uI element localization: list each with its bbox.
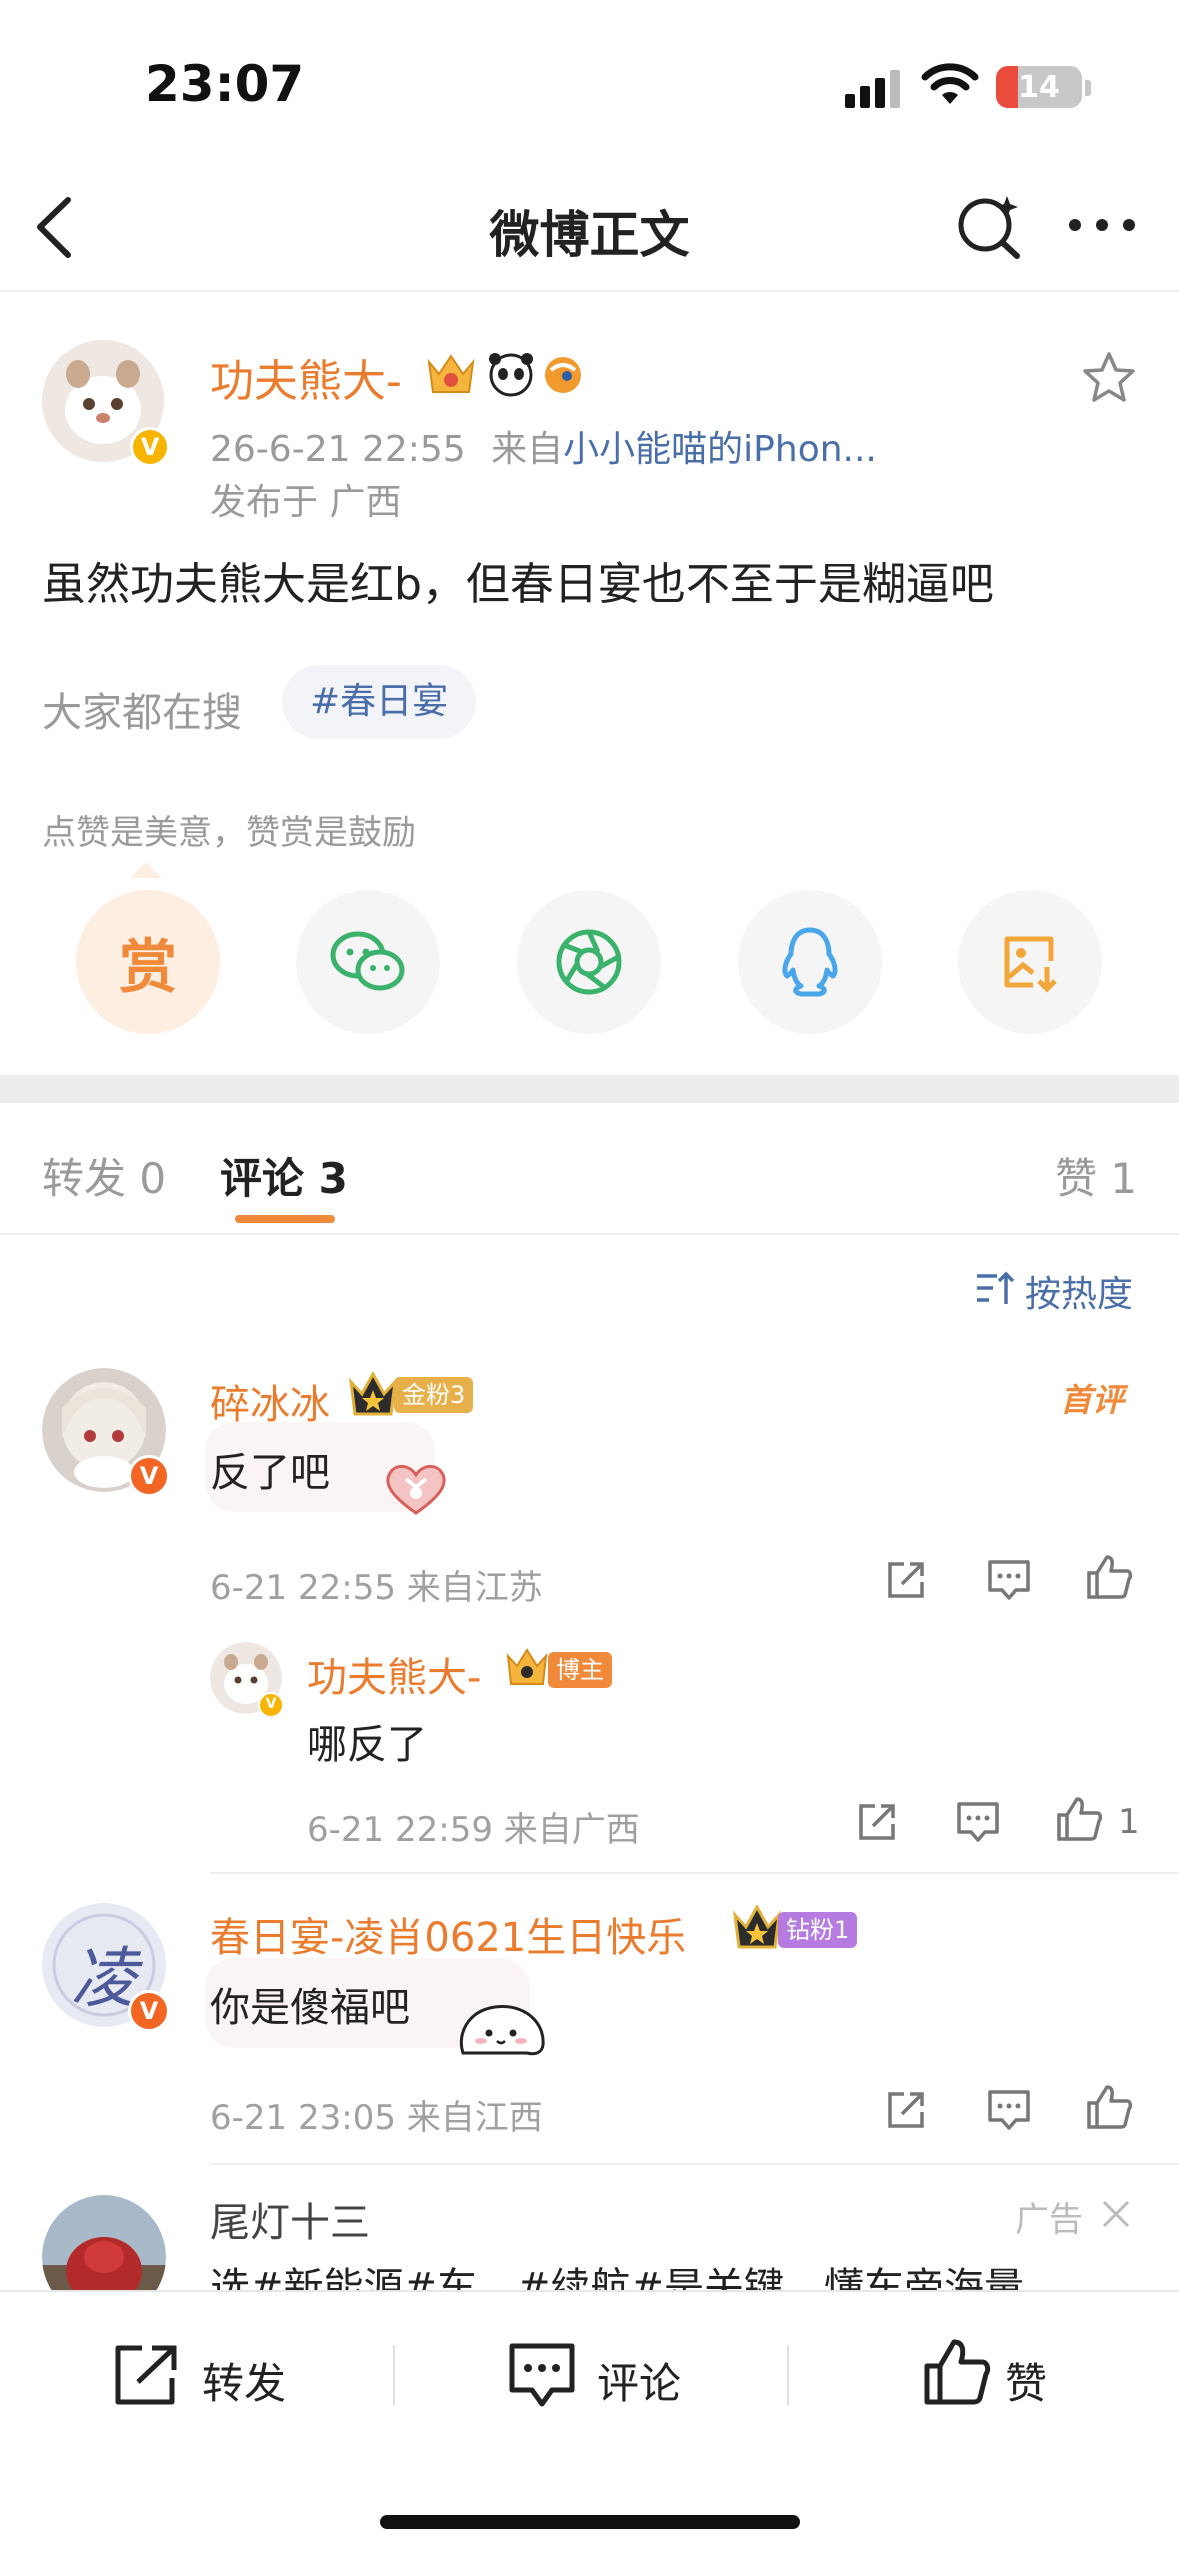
verified-badge: V xyxy=(258,1692,284,1718)
post-source-prefix: 来自 xyxy=(491,429,564,470)
share-qq-button[interactable] xyxy=(738,890,882,1034)
comment-text: 你是傻福吧 xyxy=(210,1985,410,2031)
wifi-icon xyxy=(921,63,979,104)
comment-author-name[interactable]: 春日宴-凌肖0621生日快乐 xyxy=(210,1905,686,1963)
verified-badge: V xyxy=(130,427,170,467)
heart-gift-sticker-icon xyxy=(386,1465,446,1515)
comment-divider xyxy=(210,1872,1179,1874)
bottom-separator xyxy=(787,2345,789,2405)
home-indicator xyxy=(380,2515,800,2529)
tab-repost[interactable]: 转发 0 xyxy=(42,1145,166,1206)
reward-pointer xyxy=(130,862,162,878)
ad-account-name[interactable]: 尾灯十三 xyxy=(210,2190,370,2248)
post-timestamp: 26-6-21 22:55 xyxy=(210,429,466,470)
bottom-separator xyxy=(393,2345,395,2405)
repost-button[interactable]: 转发 xyxy=(202,2350,286,2411)
battery-icon: 14 xyxy=(996,66,1082,108)
tabs-divider xyxy=(0,1233,1179,1235)
active-tab-indicator xyxy=(235,1215,335,1223)
like-reply-icon[interactable] xyxy=(1055,1795,1103,1843)
crown-badge-icon xyxy=(732,1905,782,1949)
save-image-button[interactable] xyxy=(958,890,1102,1034)
section-gap xyxy=(0,1075,1179,1103)
post-source-device[interactable]: 小小能喵的iPhon... xyxy=(563,429,877,470)
like-button[interactable]: 赞 xyxy=(1005,2350,1047,2411)
reward-button[interactable]: 赏 xyxy=(76,890,220,1034)
search-sparkle-icon[interactable] xyxy=(955,190,1025,260)
status-time: 23:07 xyxy=(145,55,305,113)
share-moments-button[interactable] xyxy=(517,890,661,1034)
comment-icon[interactable] xyxy=(508,2342,576,2410)
comment-divider xyxy=(210,2163,1179,2165)
post-author-name[interactable]: 功夫熊大- xyxy=(210,345,402,409)
battery-level: 14 xyxy=(1018,70,1060,105)
repost-icon[interactable] xyxy=(112,2342,182,2408)
crown-badge-icon xyxy=(348,1372,398,1416)
like-comment-icon[interactable] xyxy=(1085,1553,1133,1601)
repost-comment-icon[interactable] xyxy=(884,2088,928,2132)
favorite-star-icon[interactable] xyxy=(1080,350,1138,406)
trending-search-label: 大家都在搜 xyxy=(42,690,242,736)
comment-button[interactable]: 评论 xyxy=(597,2350,681,2411)
cellular-signal-icon xyxy=(845,70,900,108)
repost-reply-icon[interactable] xyxy=(855,1800,899,1844)
post-text: 虽然功夫熊大是红b，但春日宴也不至于是糊逼吧 xyxy=(42,559,994,610)
reward-label: 赏 xyxy=(118,933,177,1001)
share-wechat-button[interactable] xyxy=(296,890,440,1034)
first-comment-tag: 首评 xyxy=(1060,1381,1125,1419)
qq-penguin-icon xyxy=(782,927,838,997)
reward-tip: 点赞是美意，赞赏是鼓励 xyxy=(42,813,416,853)
comment-text: 反了吧 xyxy=(210,1450,330,1496)
tab-likes[interactable]: 赞 1 xyxy=(1055,1145,1137,1206)
reply-to-reply-icon[interactable] xyxy=(955,1800,1001,1844)
reply-like-count: 1 xyxy=(1118,1802,1140,1842)
like-comment-icon[interactable] xyxy=(1085,2083,1133,2131)
close-ad-icon[interactable] xyxy=(1100,2198,1132,2230)
reply-text: 哪反了 xyxy=(307,1722,427,1768)
tab-comments[interactable]: 评论 3 xyxy=(220,1145,348,1206)
author-badge: 博主 xyxy=(548,1652,612,1688)
sort-by-heat[interactable]: 按热度 xyxy=(1025,1265,1133,1317)
battery-tip xyxy=(1085,80,1091,96)
ad-label: 广告 xyxy=(1015,2200,1083,2240)
fan-level-badge: 金粉3 xyxy=(394,1377,474,1413)
comment-meta: 6-21 22:55 来自江苏 xyxy=(210,1568,543,1608)
nav-divider xyxy=(0,290,1179,292)
reply-comment-icon[interactable] xyxy=(986,1558,1032,1602)
wechat-icon xyxy=(330,931,405,991)
like-icon[interactable] xyxy=(922,2336,992,2408)
save-image-icon xyxy=(1004,936,1057,993)
reply-comment-icon[interactable] xyxy=(986,2088,1032,2132)
fan-level-badge: 钻粉1 xyxy=(778,1912,858,1948)
cute-creature-sticker-icon xyxy=(459,2005,545,2056)
reply-meta: 6-21 22:59 来自广西 xyxy=(307,1810,640,1850)
verified-badge: V xyxy=(128,1455,170,1497)
fan-badge-icons xyxy=(427,353,581,397)
verified-badge: V xyxy=(128,1990,170,2032)
hashtag-chip[interactable]: #春日宴 xyxy=(282,665,477,739)
repost-comment-icon[interactable] xyxy=(884,1558,928,1602)
crown-badge-icon xyxy=(506,1648,548,1685)
sort-icon[interactable] xyxy=(975,1268,1015,1308)
post-location: 发布于 广西 xyxy=(210,482,402,523)
reply-author-name[interactable]: 功夫熊大- xyxy=(307,1645,481,1703)
more-options-icon[interactable] xyxy=(1065,215,1140,235)
comment-meta: 6-21 23:05 来自江西 xyxy=(210,2098,543,2138)
moments-aperture-icon xyxy=(556,929,622,995)
